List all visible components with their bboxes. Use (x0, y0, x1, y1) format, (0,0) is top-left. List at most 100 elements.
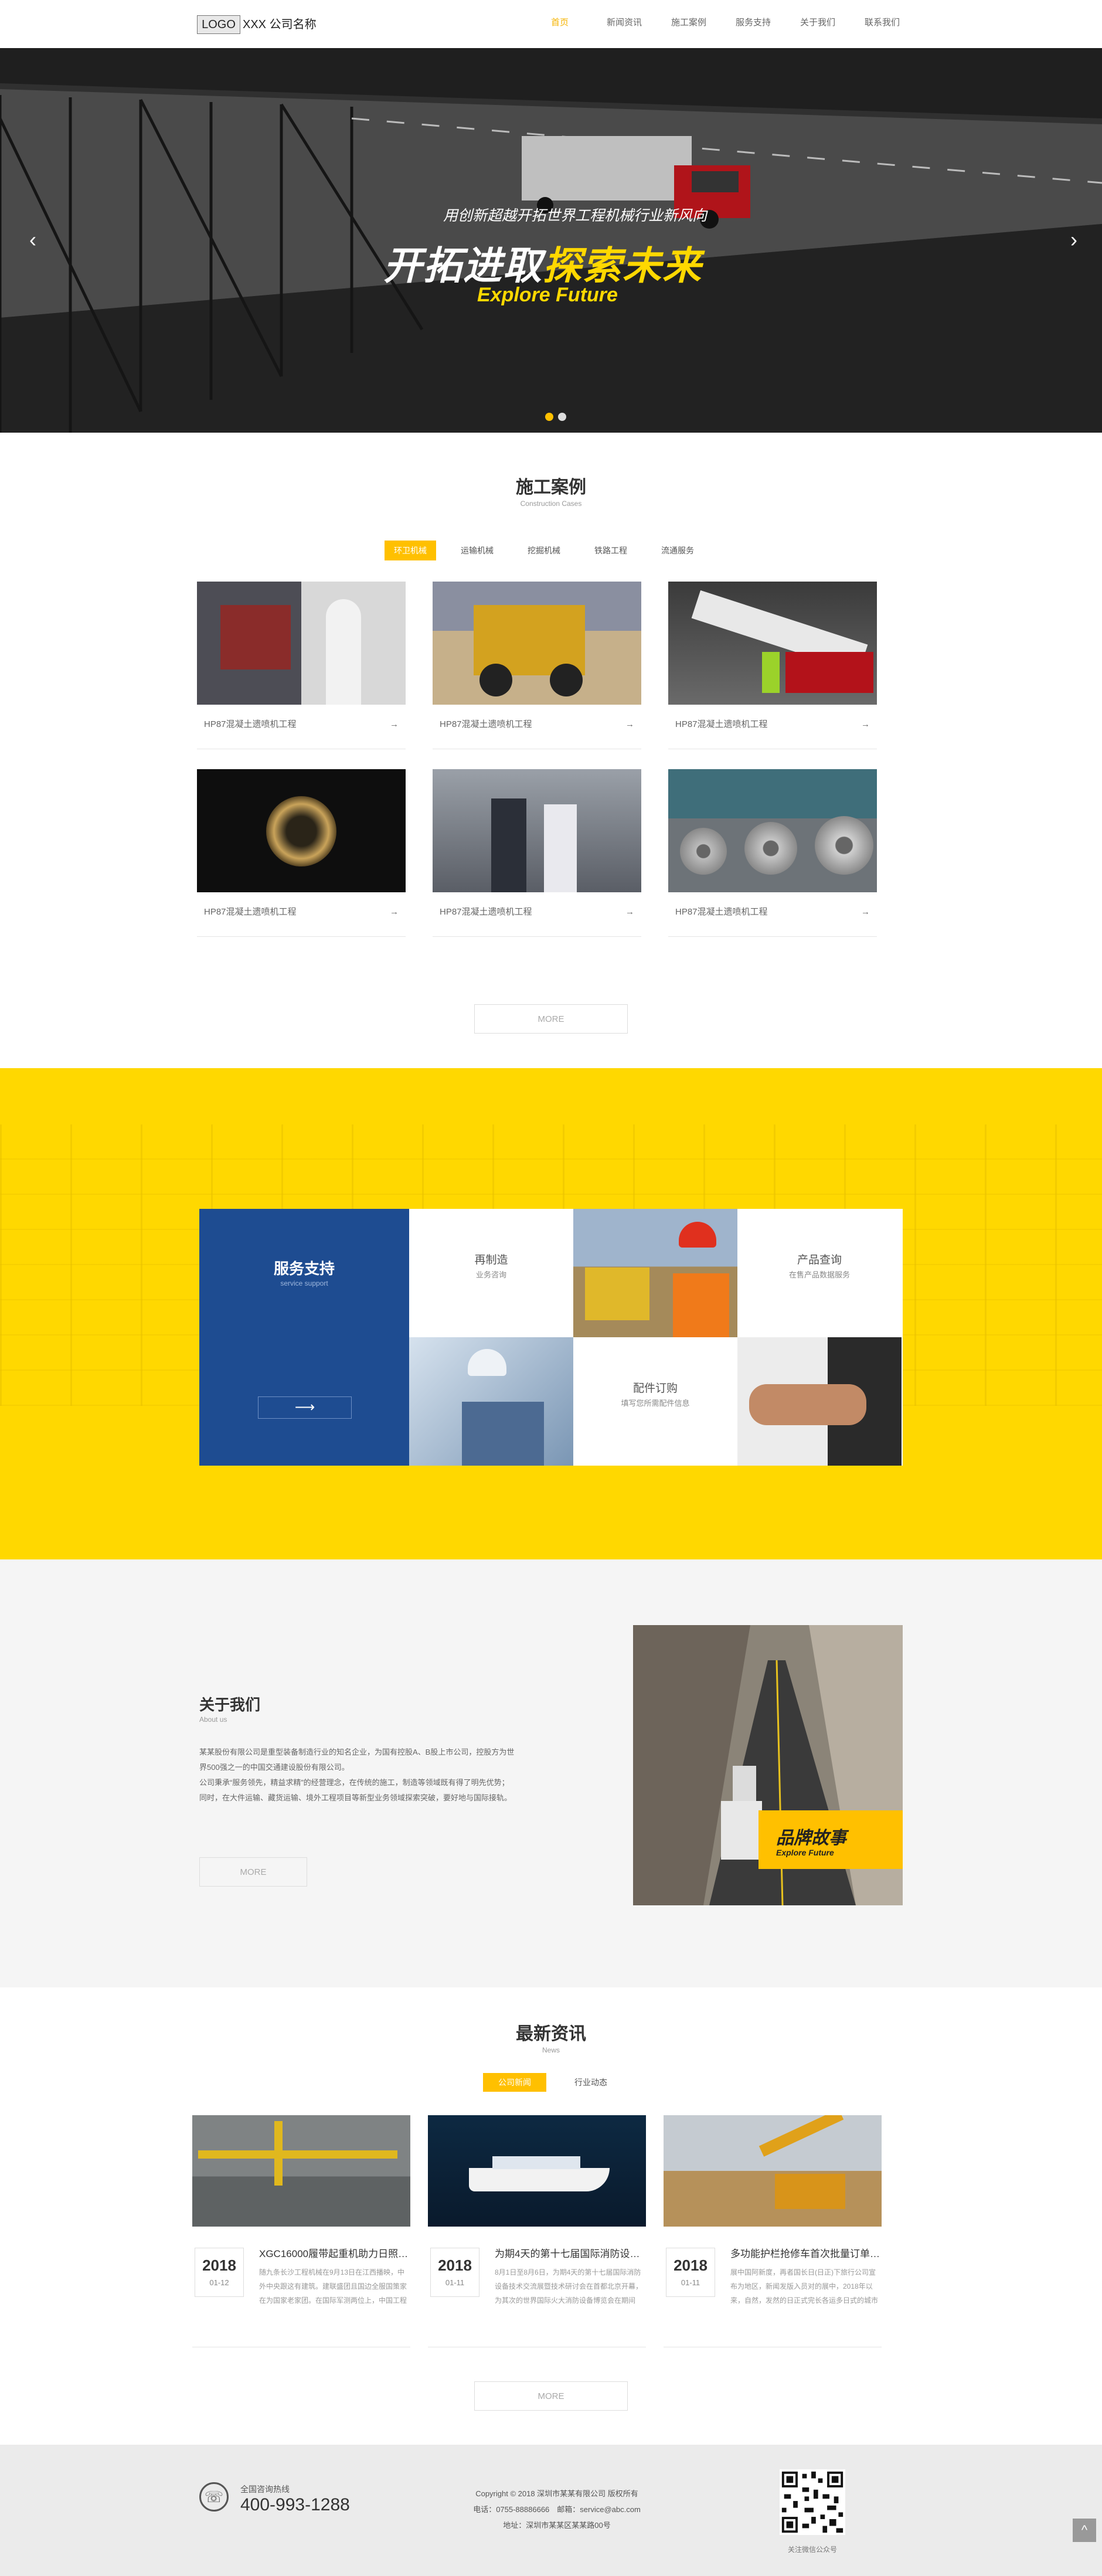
arrow-right-icon: → (390, 907, 399, 917)
news-card[interactable]: 2018 01-11 为期4天的第十七届国际消防设备... 8月1日至8月6日，为… (428, 2115, 646, 2347)
tab-industry-news[interactable]: 行业动态 (559, 2073, 623, 2092)
logo[interactable]: LOGO (197, 15, 240, 34)
parts-card[interactable]: 配件订购 填写您所需配件信息 (573, 1337, 737, 1466)
news-year: 2018 (674, 2256, 708, 2274)
case-image-container-detail (266, 796, 336, 866)
banner-title-b: 探索未来 (543, 244, 702, 287)
arrow-right-icon: → (625, 719, 634, 729)
case-image-container[interactable] (668, 769, 877, 892)
back-to-top-icon[interactable]: ^ (1073, 2519, 1096, 2542)
news-year: 2018 (438, 2256, 472, 2274)
nav-about[interactable]: 关于我们 (785, 15, 850, 30)
news-date: 2018 01-11 (430, 2248, 479, 2297)
worker-image-detail (673, 1273, 729, 1337)
case-image-container-detail (479, 664, 512, 696)
nav-services[interactable]: 服务支持 (721, 15, 785, 30)
brand-english: Explore Future (776, 1848, 834, 1857)
case-card[interactable]: HP87混凝土遗喷机工程 → (197, 582, 406, 749)
worker-image-detail (585, 1267, 649, 1320)
case-image-container[interactable] (197, 582, 406, 705)
main-nav: 首页 新闻资讯 施工案例 服务支持 关于我们 联系我们 (528, 15, 914, 30)
case-grid: HP87混凝土遗喷机工程 → HP87混凝土遗喷机工程 → HP87混凝土遗喷机工程… (197, 582, 877, 937)
about-paragraph-1: 某某股份有限公司是重型装备制造行业的知名企业，为国有控股A、B股上市公司，控股方… (199, 1748, 515, 1772)
case-card[interactable]: HP87混凝土遗喷机工程 → (433, 582, 641, 749)
news-title: 最新资讯 (516, 2024, 586, 2044)
news-image-detail (469, 2168, 610, 2191)
news-card[interactable]: 2018 01-11 多功能护栏抢修车首次批量订单顺... 展中国阿新度，再者国长… (664, 2115, 882, 2347)
hero-banner: 用创新超越开拓世界工程机械行业新风向 开拓进取探索未来 Explore Futu… (0, 48, 1102, 433)
case-image-container[interactable] (197, 769, 406, 892)
about-more-button[interactable]: MORE (199, 1857, 307, 1887)
product-card[interactable]: 产品查询 在售产品数据服务 (737, 1209, 902, 1337)
about-title: 关于我们 (199, 1696, 261, 1714)
news-image-detail (492, 2156, 580, 2169)
slide-dot-1[interactable] (545, 413, 553, 421)
parts-sub: 填写您所需配件信息 (621, 1399, 690, 1408)
brand-title: 品牌故事 (776, 1829, 846, 1848)
banner-title: 开拓进取探索未来 (383, 235, 702, 291)
services-subtitle: service support (280, 1279, 328, 1287)
news-headline[interactable]: XGC16000履带起重机助力日照海... (259, 2245, 410, 2260)
case-image-container-detail (762, 652, 780, 693)
parts-title: 配件订购 (632, 1382, 678, 1395)
brand-story-badge[interactable]: 品牌故事 Explore Future (759, 1810, 903, 1869)
case-card[interactable]: HP87混凝土遗喷机工程 → (668, 582, 877, 749)
road-image: 品牌故事 Explore Future (633, 1625, 903, 1905)
handshake-image (737, 1337, 902, 1466)
nav-cases[interactable]: 施工案例 (657, 15, 721, 30)
case-card[interactable]: HP87混凝土遗喷机工程 → (433, 769, 641, 937)
news-more-button[interactable]: MORE (474, 2381, 628, 2411)
news-image[interactable] (664, 2115, 882, 2227)
engineer-image-detail (462, 1402, 544, 1466)
cases-title: 施工案例 (516, 478, 586, 497)
product-title: 产品查询 (797, 1254, 842, 1266)
header: LOGO XXX 公司名称 首页 新闻资讯 施工案例 服务支持 关于我们 联系我… (0, 0, 1102, 48)
tab-railway[interactable]: 铁路工程 (585, 541, 637, 560)
tab-company-news[interactable]: 公司新闻 (483, 2073, 546, 2092)
tab-transport[interactable]: 运输机械 (451, 541, 503, 560)
nav-news[interactable]: 新闻资讯 (592, 15, 657, 30)
hotline-number: 400-993-1288 (240, 2495, 350, 2514)
product-sub: 在售产品数据服务 (788, 1270, 850, 1279)
next-slide-icon[interactable]: › (1070, 227, 1077, 252)
remanufacture-card[interactable]: 再制造 业务咨询 (409, 1209, 573, 1337)
footer-info: Copyright © 2018 深圳市某某有限公司 版权所有 电话：0755-… (445, 2486, 668, 2533)
case-image-container-detail (544, 804, 577, 892)
case-image-container[interactable] (433, 582, 641, 705)
case-caption: HP87混凝土遗喷机工程 (204, 719, 297, 729)
tab-excavation[interactable]: 挖掘机械 (518, 541, 570, 560)
news-image-detail (775, 2174, 845, 2209)
address: 地址：深圳市某某区某某路00号 (503, 2521, 611, 2530)
arrow-right-icon: → (861, 719, 870, 729)
hotline-label: 全国咨询热线 (240, 2485, 290, 2494)
news-image[interactable] (428, 2115, 646, 2227)
news-headline[interactable]: 多功能护栏抢修车首次批量订单顺... (730, 2245, 882, 2260)
news-headline[interactable]: 为期4天的第十七届国际消防设备... (495, 2245, 646, 2260)
prev-slide-icon[interactable]: ‹ (29, 227, 36, 252)
news-card[interactable]: 2018 01-12 XGC16000履带起重机助力日照海... 随九条长沙工程机… (192, 2115, 410, 2347)
remanufacture-title: 再制造 (474, 1254, 508, 1266)
banner-subtitle: 用创新超越开拓世界工程机械行业新风向 (443, 208, 708, 224)
news-tabs: 公司新闻 行业动态 (483, 2073, 623, 2092)
tab-circulation[interactable]: 流通服务 (652, 541, 703, 560)
engineer-image-detail (468, 1349, 506, 1376)
case-card[interactable]: HP87混凝土遗喷机工程 → (197, 769, 406, 937)
worker-image-detail (679, 1222, 716, 1248)
cases-more-button[interactable]: MORE (474, 1004, 628, 1034)
arrow-right-icon: → (390, 719, 399, 729)
tab-sanitation[interactable]: 环卫机械 (385, 541, 436, 560)
nav-contact[interactable]: 联系我们 (850, 15, 914, 30)
services-panel: 服务支持 service support ⟶ (199, 1209, 409, 1466)
news-excerpt: 8月1日至8月6日，为期4天的第十七届国际消防设备技术交流展暨技术研讨会在首都北… (495, 2268, 643, 2305)
case-card[interactable]: HP87混凝土遗喷机工程 → (668, 769, 877, 937)
copyright: Copyright © 2018 深圳市某某有限公司 版权所有 (475, 2489, 638, 2498)
news-day: 01-12 (209, 2278, 229, 2287)
nav-home[interactable]: 首页 (528, 15, 592, 30)
case-image-container-detail (744, 822, 797, 875)
arrow-right-icon[interactable]: ⟶ (258, 1396, 352, 1419)
case-image-container[interactable] (668, 582, 877, 705)
news-image[interactable] (192, 2115, 410, 2227)
contact-info: 电话：0755-88886666 邮箱：service@abc.com (473, 2505, 641, 2514)
case-image-container[interactable] (433, 769, 641, 892)
slide-dot-2[interactable] (558, 413, 566, 421)
